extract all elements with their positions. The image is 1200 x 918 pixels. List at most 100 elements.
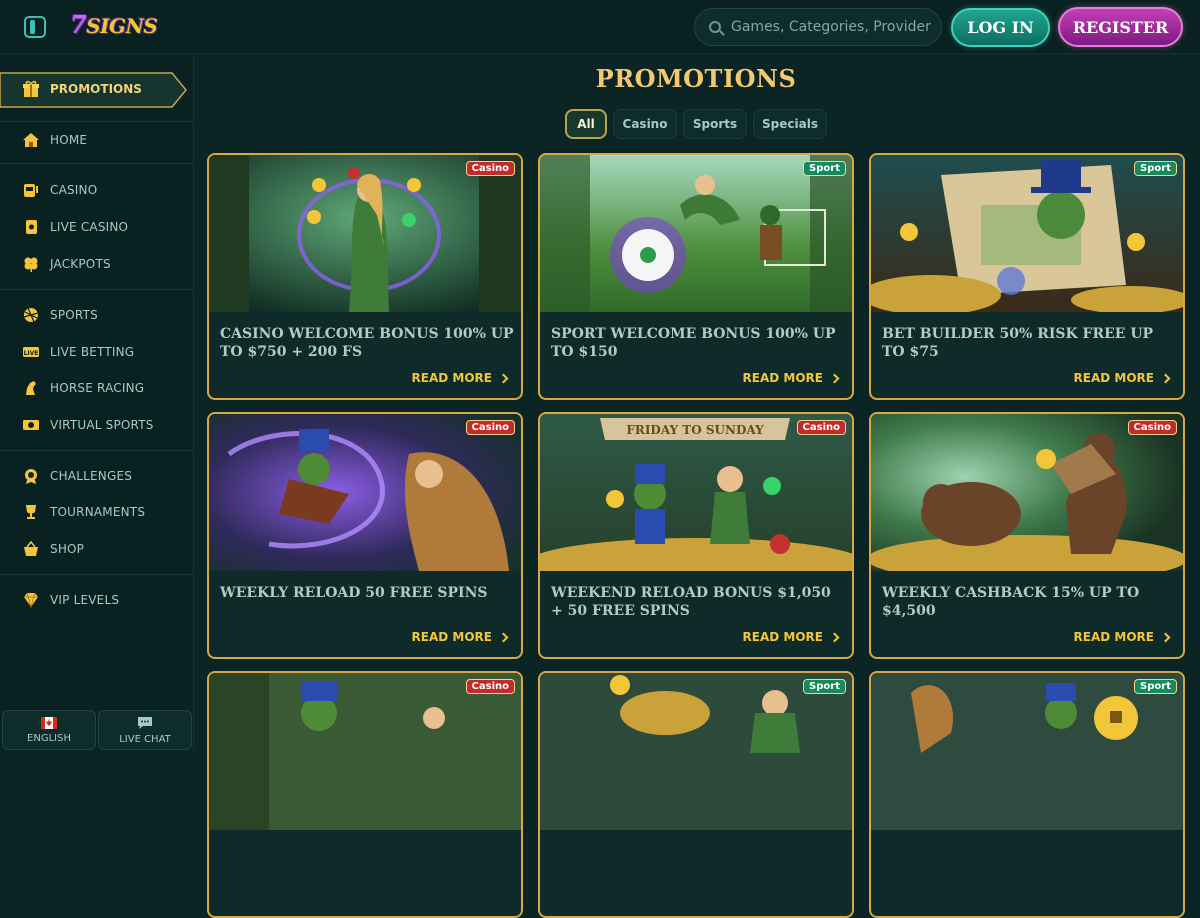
sidebar-item-label: VIRTUAL SPORTS [50,418,154,432]
search-box[interactable] [694,8,942,46]
filter-tab-specials[interactable]: Specials [753,109,827,139]
promo-image-bet-builder [871,155,1183,312]
category-badge: Casino [796,420,846,435]
sidebar-item-sports[interactable]: SPORTS [0,300,194,330]
clover-icon [24,257,38,272]
promo-image-row3-3 [871,673,1183,830]
card-icon [26,220,37,234]
sidebar-item-live-betting[interactable]: LIVE LIVE BETTING [0,337,194,367]
promo-title: CASINO WELCOME BONUS 100% UP TO $750 + 2… [220,326,514,360]
sidebar-item-tournaments[interactable]: TOURNAMENTS [0,497,194,527]
chevron-right-icon [829,632,840,642]
sidebar-item-label: CASINO [50,183,98,197]
read-more-link[interactable]: READ MORE [1073,630,1171,644]
chevron-right-icon [1160,373,1171,383]
read-more-link[interactable]: READ MORE [411,630,509,644]
promo-card[interactable]: FRIDAY TO SUNDAY Casino WEEKEND RELOAD B… [538,412,854,659]
promo-image-weekly-reload [209,414,521,571]
sidebar-divider [0,450,194,451]
read-more-label: READ MORE [411,630,492,644]
chevron-right-icon [1160,632,1171,642]
category-badge: Casino [465,679,515,694]
read-more-label: READ MORE [742,630,823,644]
sidebar-item-challenges[interactable]: CHALLENGES [0,461,194,491]
diamond-icon [24,592,38,609]
category-badge: Casino [465,161,515,176]
home-icon [23,133,39,147]
sidebar-item-live-casino[interactable]: LIVE CASINO [0,212,194,242]
sidebar-item-jackpots[interactable]: JACKPOTS [0,249,194,279]
category-badge: Casino [465,420,515,435]
sidebar-item-label: SPORTS [50,308,98,322]
filter-tab-sports[interactable]: Sports [683,109,747,139]
read-more-link[interactable]: READ MORE [742,630,840,644]
category-badge: Sport [1134,161,1177,176]
promo-image-row3-2 [540,673,852,830]
promo-image-sport-welcome [540,155,852,312]
category-badge: Casino [1127,420,1177,435]
live-chat-button[interactable]: LIVE CHAT [98,710,192,750]
logo-seven: 7 [70,10,87,39]
sidebar-item-promotions[interactable]: PROMOTIONS [0,72,187,108]
register-button[interactable]: REGISTER [1058,7,1183,47]
promo-card[interactable]: Sport SPORT WELCOME BONUS 100% UP TO $15… [538,153,854,400]
ball-icon [23,307,39,323]
sidebar-item-home[interactable]: HOME [0,125,194,155]
live-chat-label: LIVE CHAT [119,733,171,745]
sidebar: PROMOTIONS HOME CASINO LIVE CASINO JACKP… [0,55,194,750]
horse-icon [26,381,36,395]
promo-card[interactable]: Sport [869,671,1185,918]
login-button[interactable]: LOG IN [951,8,1050,47]
promo-card[interactable]: Casino WEEKLY RELOAD 50 FREE SPINS READ … [207,412,523,659]
sidebar-divider [0,289,194,290]
promo-image-weekly-cashback [871,414,1183,571]
sidebar-item-shop[interactable]: SHOP [0,534,194,564]
promo-image-casino-welcome [209,155,521,312]
search-input[interactable] [731,19,931,35]
language-button[interactable]: ENGLISH [2,710,96,750]
site-logo[interactable]: 7SIGNS [70,10,158,39]
category-badge: Sport [1134,679,1177,694]
filter-tab-all[interactable]: All [565,109,607,139]
filter-tab-casino[interactable]: Casino [613,109,677,139]
promo-title: WEEKEND RELOAD BONUS $1,050 + 50 FREE SP… [551,585,831,619]
sidebar-item-horse-racing[interactable]: HORSE RACING [0,373,194,403]
sidebar-toggle-icon[interactable] [24,16,46,38]
read-more-label: READ MORE [742,371,823,385]
chevron-right-icon [498,632,509,642]
promo-card[interactable]: Casino [207,671,523,918]
svg-text:LIVE: LIVE [24,350,39,357]
weekend-banner-text: FRIDAY TO SUNDAY [626,423,764,437]
chevron-right-icon [829,373,840,383]
read-more-link[interactable]: READ MORE [1074,371,1171,385]
sidebar-divider [0,574,194,575]
read-more-label: READ MORE [1073,630,1154,644]
virtual-icon [23,420,39,430]
sidebar-item-vip-levels[interactable]: VIP LEVELS [0,585,194,615]
sidebar-item-label: VIP LEVELS [50,593,120,607]
read-more-label: READ MORE [411,371,492,385]
promo-card[interactable]: Casino WEEKLY CASHBACK 15% UP TO $4,500 … [869,412,1185,659]
promo-card[interactable]: Sport [538,671,854,918]
chevron-right-icon [498,373,509,383]
sidebar-item-virtual-sports[interactable]: VIRTUAL SPORTS [0,410,194,440]
sidebar-item-label: CHALLENGES [50,469,133,483]
read-more-link[interactable]: READ MORE [742,371,840,385]
sidebar-item-label: JACKPOTS [50,257,111,271]
search-icon [709,21,721,33]
promo-title: WEEKLY RELOAD 50 FREE SPINS [220,585,488,601]
sidebar-item-label: SHOP [50,542,85,556]
sidebar-divider [0,163,194,164]
sidebar-item-label: TOURNAMENTS [50,505,146,519]
promo-card[interactable]: Sport BET BUILDER 50% RISK FREE UP TO $7… [869,153,1185,400]
language-label: ENGLISH [27,732,71,744]
sidebar-item-label: HORSE RACING [50,381,145,395]
category-badge: Sport [803,161,846,176]
promo-card[interactable]: Casino CASINO WELCOME BONUS 100% UP TO $… [207,153,523,400]
slot-machine-icon [24,184,38,197]
sidebar-item-label: HOME [50,133,88,147]
read-more-link[interactable]: READ MORE [411,371,509,385]
promo-title: WEEKLY CASHBACK 15% UP TO $4,500 [882,585,1140,619]
sidebar-item-casino[interactable]: CASINO [0,175,194,205]
chat-icon [138,716,152,729]
